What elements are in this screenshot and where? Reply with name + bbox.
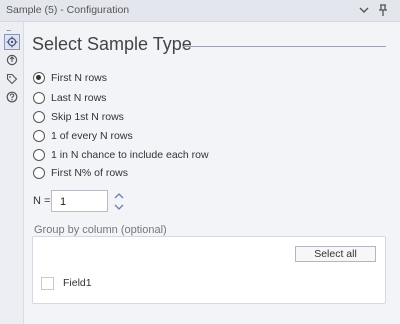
radio-label: Last N rows	[51, 92, 107, 104]
radio-button[interactable]	[33, 149, 45, 161]
radio-label: First N% of rows	[51, 167, 129, 179]
field-row[interactable]: Field1	[41, 276, 92, 290]
spin-up-icon[interactable]	[110, 190, 128, 201]
radio-one-in-n-chance[interactable]: 1 in N chance to include each row	[33, 147, 209, 163]
radio-last-n-rows[interactable]: Last N rows	[33, 90, 106, 106]
select-all-button[interactable]: Select all	[295, 246, 376, 262]
field-checkbox[interactable]	[41, 276, 54, 290]
n-label: N =	[33, 195, 51, 207]
radio-button[interactable]	[33, 111, 45, 123]
configuration-gear-icon[interactable]	[4, 34, 20, 50]
connection-icon[interactable]	[4, 52, 20, 68]
radio-button[interactable]	[33, 167, 45, 179]
radio-button[interactable]	[33, 72, 45, 84]
help-icon[interactable]	[4, 89, 20, 105]
radio-one-of-every-n-rows[interactable]: 1 of every N rows	[33, 128, 133, 144]
radio-first-n-rows[interactable]: First N rows	[33, 70, 107, 86]
left-rail: ...	[0, 22, 24, 324]
rail-overflow-dots[interactable]: ...	[6, 23, 11, 33]
radio-label: Skip 1st N rows	[51, 111, 124, 123]
radio-label: 1 of every N rows	[51, 130, 133, 142]
radio-skip-first-n-rows[interactable]: Skip 1st N rows	[33, 109, 124, 125]
radio-button[interactable]	[33, 92, 45, 104]
group-by-label: Group by column (optional)	[34, 224, 167, 236]
field-label: Field1	[63, 277, 92, 289]
heading-divider	[183, 46, 386, 47]
radio-first-n-percent[interactable]: First N% of rows	[33, 165, 128, 181]
radio-label: First N rows	[51, 72, 107, 84]
chevron-down-icon[interactable]	[357, 3, 371, 17]
title-bar: Sample (5) - Configuration	[0, 0, 400, 22]
tag-icon[interactable]	[4, 71, 20, 87]
n-input[interactable]: 1	[51, 190, 108, 212]
page-title: Select Sample Type	[32, 34, 192, 54]
window-title: Sample (5) - Configuration	[6, 4, 130, 16]
spin-down-icon[interactable]	[110, 201, 128, 212]
radio-label: 1 in N chance to include each row	[51, 149, 209, 161]
radio-button[interactable]	[33, 130, 45, 142]
pin-icon[interactable]	[376, 3, 390, 17]
